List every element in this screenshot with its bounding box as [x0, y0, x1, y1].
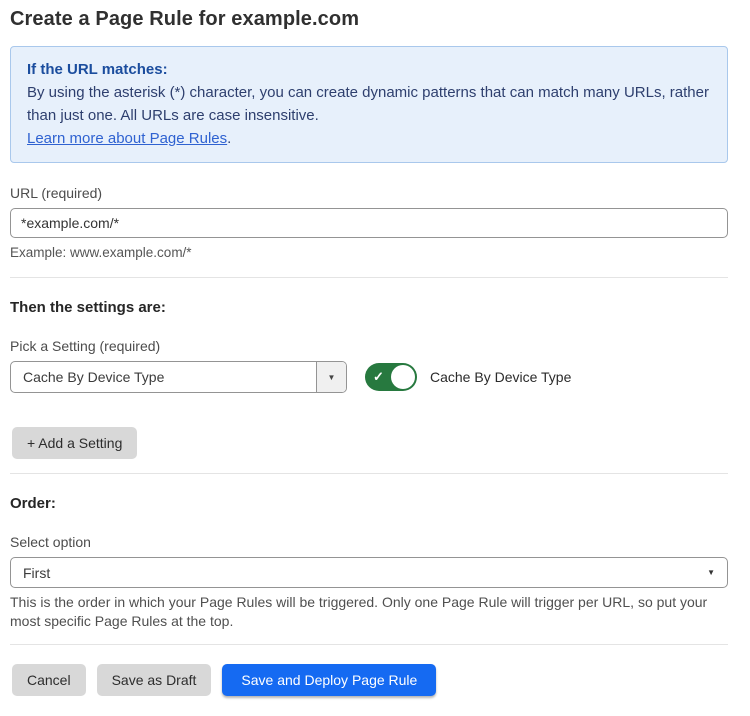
save-as-draft-button[interactable]: Save as Draft [97, 664, 212, 696]
page-title: Create a Page Rule for example.com [10, 8, 728, 31]
setting-row: Cache By Device Type ▼ ✓ Cache By Device… [10, 361, 728, 393]
divider [10, 473, 728, 474]
cancel-button[interactable]: Cancel [12, 664, 86, 696]
setting-dropdown-arrow-button[interactable]: ▼ [316, 362, 346, 392]
url-field-hint: Example: www.example.com/* [10, 245, 728, 260]
setting-dropdown-value: Cache By Device Type [11, 362, 316, 392]
settings-section-heading: Then the settings are: [10, 299, 728, 316]
learn-more-link[interactable]: Learn more about Page Rules [27, 130, 227, 147]
divider [10, 277, 728, 278]
info-box-heading: If the URL matches: [27, 58, 711, 81]
setting-picker-label: Pick a Setting (required) [10, 338, 728, 354]
info-box-link-line: Learn more about Page Rules. [27, 127, 711, 150]
divider [10, 644, 728, 645]
url-input[interactable] [10, 208, 728, 238]
chevron-down-icon: ▼ [707, 568, 715, 577]
order-section-heading: Order: [10, 495, 728, 512]
cache-by-device-type-toggle[interactable]: ✓ [365, 363, 417, 391]
chevron-down-icon: ▼ [328, 373, 336, 382]
order-select-value: First [23, 565, 707, 581]
order-select[interactable]: First ▼ [10, 557, 728, 588]
url-field-label: URL (required) [10, 185, 728, 201]
create-page-rule-form: Create a Page Rule for example.com If th… [0, 0, 750, 716]
setting-dropdown[interactable]: Cache By Device Type ▼ [10, 361, 347, 393]
footer-actions: Cancel Save as Draft Save and Deploy Pag… [12, 664, 728, 696]
save-and-deploy-button[interactable]: Save and Deploy Page Rule [222, 664, 436, 696]
info-box-body: By using the asterisk (*) character, you… [27, 81, 711, 127]
check-icon: ✓ [373, 369, 384, 385]
url-match-info-box: If the URL matches: By using the asteris… [10, 46, 728, 163]
toggle-knob [391, 365, 415, 389]
link-period: . [227, 130, 231, 147]
order-select-label: Select option [10, 534, 728, 550]
order-help-text: This is the order in which your Page Rul… [10, 593, 728, 631]
add-setting-button[interactable]: + Add a Setting [12, 427, 137, 459]
toggle-label: Cache By Device Type [430, 369, 571, 385]
